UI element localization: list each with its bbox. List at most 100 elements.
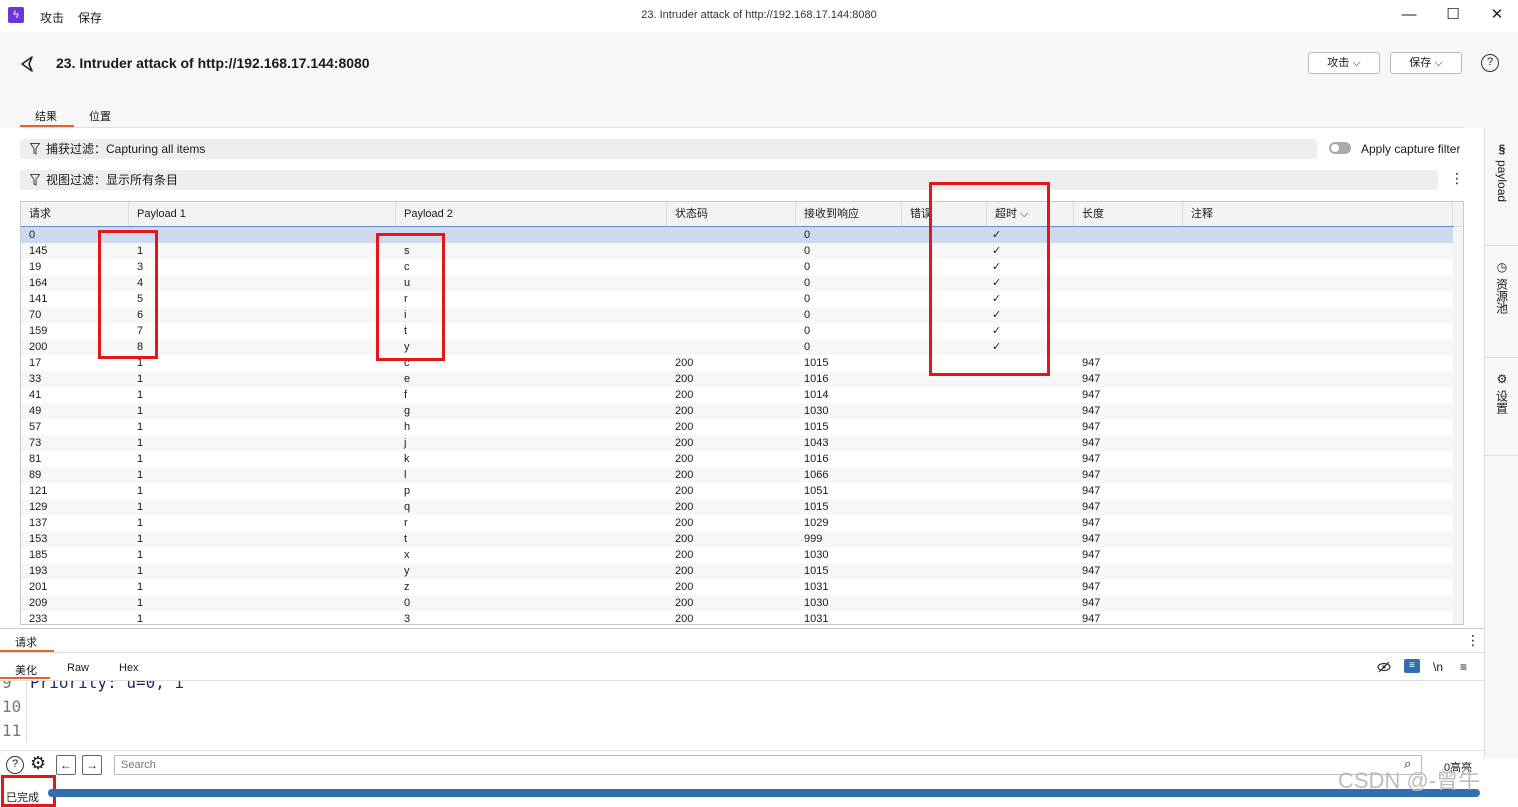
gear-icon[interactable]: ⚙ xyxy=(30,753,46,774)
table-cell: 153 xyxy=(29,533,48,545)
column-header[interactable]: 状态码 xyxy=(667,202,796,227)
table-cell: 1 xyxy=(137,469,144,481)
column-header[interactable]: 注释 xyxy=(1183,202,1453,227)
column-header[interactable]: Payload 2 xyxy=(396,202,667,227)
tab-divider xyxy=(20,127,1464,128)
capture-filter-toggle[interactable] xyxy=(1329,142,1351,154)
table-cell: 1 xyxy=(137,373,144,385)
page-title: 23. Intruder attack of http://192.168.17… xyxy=(56,55,370,71)
code-line: Priority: u=0, i xyxy=(30,680,185,692)
wrap-toggle-icon[interactable]: ≡ xyxy=(1404,659,1420,673)
table-cell: 1015 xyxy=(804,421,829,433)
table-row[interactable]: 141 5 r 0 ✓ xyxy=(21,291,1453,307)
back-arrow-button[interactable]: ← xyxy=(56,755,76,775)
table-row[interactable]: 81 1 k 200 1016 947 xyxy=(21,451,1453,467)
table-cell: 0 xyxy=(804,229,811,241)
tab-positions[interactable]: 位置 xyxy=(89,108,111,124)
table-row[interactable]: 57 1 h 200 1015 947 xyxy=(21,419,1453,435)
help-icon[interactable]: ? xyxy=(1481,54,1499,72)
table-cell: 200 xyxy=(675,597,694,609)
table-scrollbar[interactable] xyxy=(1453,227,1463,624)
column-header[interactable]: 接收到响应 xyxy=(796,202,902,227)
table-cell: 947 xyxy=(1082,501,1101,513)
tab-results[interactable]: 结果 xyxy=(35,108,57,124)
progress-bar xyxy=(48,789,1480,797)
table-cell: 947 xyxy=(1082,469,1101,481)
table-row[interactable]: 193 1 y 200 1015 947 xyxy=(21,563,1453,579)
subtab-pretty[interactable]: 美化 xyxy=(15,662,37,678)
more-options-icon[interactable]: ⋮ xyxy=(1450,170,1464,187)
table-row[interactable]: 200 8 y 0 ✓ xyxy=(21,339,1453,355)
table-cell: 947 xyxy=(1082,517,1101,529)
table-header: 请求 Payload 1 Payload 2 状态码 接收到响应 错误 超时 ⌵ 长度 注释 xyxy=(21,202,1463,227)
capture-filter-text: 捕获过滤：Capturing all items xyxy=(46,142,206,156)
request-more-icon[interactable]: ⋮ xyxy=(1466,632,1480,649)
request-tab[interactable]: 请求 xyxy=(15,634,37,650)
table-row[interactable]: 19 3 c 0 ✓ xyxy=(21,259,1453,275)
table-cell: 200 xyxy=(675,453,694,465)
header xyxy=(0,32,1518,128)
table-row[interactable]: 185 1 x 200 1030 947 xyxy=(21,547,1453,563)
side-tab-settings[interactable]: ⚙ 设置 xyxy=(1485,358,1518,456)
table-row[interactable]: 41 1 f 200 1014 947 xyxy=(21,387,1453,403)
newline-icon[interactable]: \n xyxy=(1433,660,1443,674)
table-row[interactable]: 159 7 t 0 ✓ xyxy=(21,323,1453,339)
back-arrow-icon[interactable] xyxy=(18,54,38,74)
table-row[interactable]: 0 0 ✓ xyxy=(21,226,1454,244)
column-header[interactable]: 请求 xyxy=(21,202,129,227)
close-button[interactable]: ✕ xyxy=(1474,4,1518,28)
table-row[interactable]: 70 6 i 0 ✓ xyxy=(21,307,1453,323)
table-cell: 1016 xyxy=(804,453,829,465)
table-row[interactable]: 209 1 0 200 1030 947 xyxy=(21,595,1453,611)
table-row[interactable]: 129 1 q 200 1015 947 xyxy=(21,499,1453,515)
forward-arrow-button[interactable]: → xyxy=(82,755,102,775)
table-cell: 0 xyxy=(804,293,811,305)
table-cell: 0 xyxy=(29,229,36,241)
table-cell: k xyxy=(404,453,410,465)
table-cell: 129 xyxy=(29,501,48,513)
watermark: CSDN @-曾牛 xyxy=(1338,768,1481,793)
subtab-raw[interactable]: Raw xyxy=(67,662,89,674)
side-tab-resource-pool[interactable]: ◷ 资源池 xyxy=(1485,246,1518,358)
active-subtab-indicator xyxy=(0,677,50,679)
table-cell: 1 xyxy=(137,533,144,545)
minimize-button[interactable]: — xyxy=(1386,4,1432,28)
table-row[interactable]: 137 1 r 200 1029 947 xyxy=(21,515,1453,531)
side-tab-payload[interactable]: § payload xyxy=(1485,128,1518,246)
table-row[interactable]: 89 1 l 200 1066 947 xyxy=(21,467,1453,483)
capture-filter-bar[interactable]: 捕获过滤：Capturing all items xyxy=(20,139,1317,159)
table-row[interactable]: 73 1 j 200 1043 947 xyxy=(21,435,1453,451)
table-cell: 1043 xyxy=(804,437,829,449)
table-cell: 201 xyxy=(29,581,48,593)
table-cell: 81 xyxy=(29,453,42,465)
table-row[interactable]: 201 1 z 200 1031 947 xyxy=(21,579,1453,595)
maximize-button[interactable]: ☐ xyxy=(1430,4,1476,28)
table-row[interactable]: 121 1 p 200 1051 947 xyxy=(21,483,1453,499)
column-header[interactable]: Payload 1 xyxy=(129,202,396,227)
attack-dropdown-button[interactable]: 攻击 ⌵ xyxy=(1308,52,1380,74)
subtab-hex[interactable]: Hex xyxy=(119,662,139,674)
table-row[interactable]: 33 1 e 200 1016 947 xyxy=(21,371,1453,387)
help-icon[interactable]: ? xyxy=(6,756,24,774)
table-cell: 1015 xyxy=(804,501,829,513)
table-row[interactable]: 153 1 t 200 999 947 xyxy=(21,531,1453,547)
table-cell: g xyxy=(404,405,411,417)
menu-icon[interactable]: ≡ xyxy=(1460,660,1467,674)
view-filter-bar[interactable]: 视图过滤：显示所有条目 xyxy=(20,170,1438,190)
table-row[interactable]: 49 1 g 200 1030 947 xyxy=(21,403,1453,419)
right-side-panel: § payload ◷ 资源池 ⚙ 设置 xyxy=(1484,128,1518,758)
table-cell: 1029 xyxy=(804,517,829,529)
request-editor[interactable]: 9 10 11 Priority: u=0, i xyxy=(0,680,1484,742)
table-row[interactable]: 145 1 s 0 ✓ xyxy=(21,243,1453,259)
table-cell: 1 xyxy=(137,453,144,465)
table-cell: 947 xyxy=(1082,613,1101,625)
table-row[interactable]: 233 1 3 200 1031 947 xyxy=(21,611,1453,625)
table-row[interactable]: 164 4 u 0 ✓ xyxy=(21,275,1453,291)
table-row[interactable]: 17 1 c 200 1015 947 xyxy=(21,355,1453,371)
resource-pool-icon: ◷ xyxy=(1496,260,1508,274)
search-input[interactable] xyxy=(114,755,1422,775)
table-cell: 1 xyxy=(137,565,144,577)
save-dropdown-button[interactable]: 保存 ⌵ xyxy=(1390,52,1462,74)
hide-icon[interactable] xyxy=(1377,660,1391,677)
column-header[interactable]: 长度 xyxy=(1074,202,1183,227)
